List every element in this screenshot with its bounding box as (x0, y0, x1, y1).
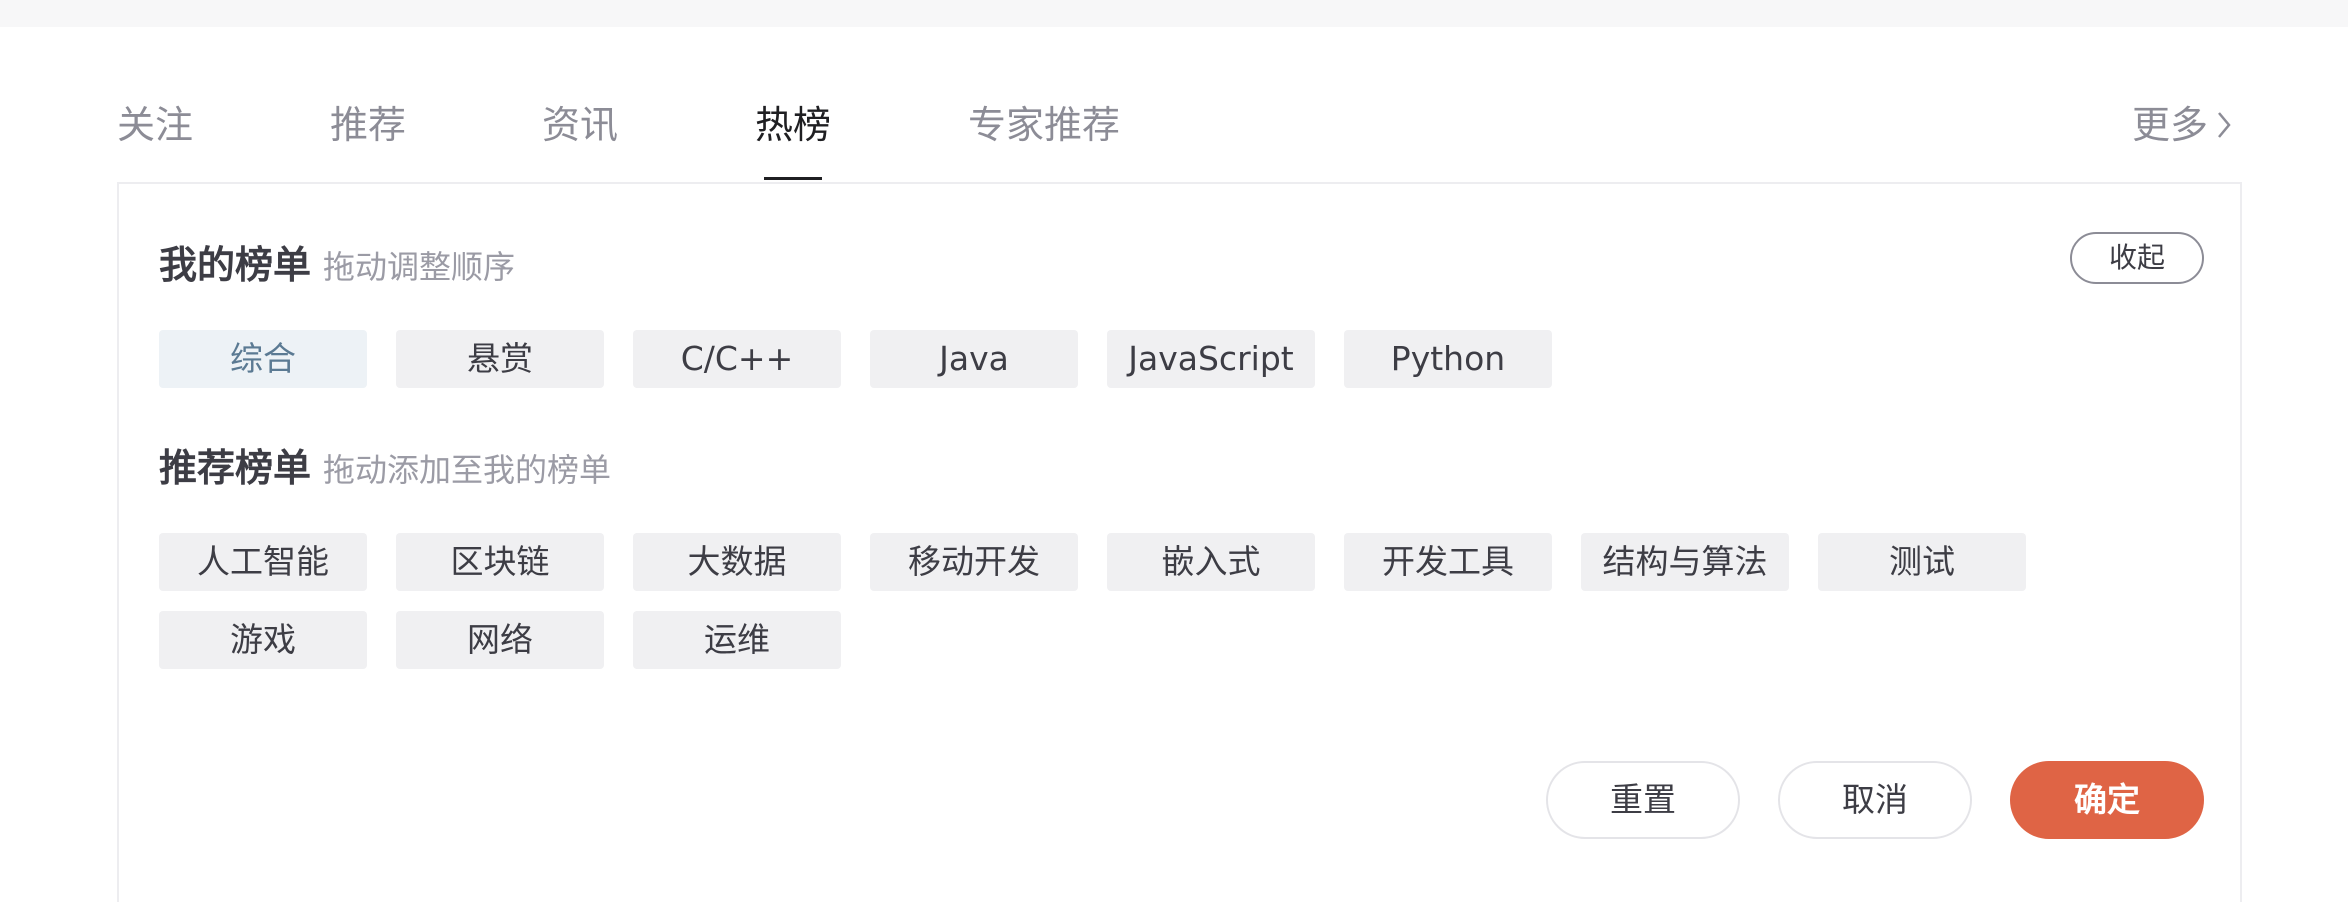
rec-tag-mobile-dev[interactable]: 移动开发 (870, 533, 1078, 591)
cancel-button[interactable]: 取消 (1778, 761, 1972, 839)
rec-tag-dev-tools[interactable]: 开发工具 (1344, 533, 1552, 591)
tab-hot-list[interactable]: 热榜 (755, 95, 831, 155)
tab-expert-recommend[interactable]: 专家推荐 (968, 95, 1120, 155)
rec-tag-games[interactable]: 游戏 (159, 611, 367, 669)
confirm-button[interactable]: 确定 (2010, 761, 2204, 839)
my-list-tags: 综合 悬赏 C/C++ Java JavaScript Python (159, 330, 2059, 388)
rec-tag-big-data[interactable]: 大数据 (633, 533, 841, 591)
active-tab-underline (764, 177, 822, 180)
rec-tag-embedded[interactable]: 嵌入式 (1107, 533, 1315, 591)
rec-tag-blockchain[interactable]: 区块链 (396, 533, 604, 591)
my-tag-java[interactable]: Java (870, 330, 1078, 388)
my-list-title: 我的榜单 (159, 243, 312, 287)
recommended-list-header: 推荐榜单 拖动添加至我的榜单 (159, 437, 611, 497)
more-label: 更多 (2131, 103, 2208, 147)
my-tag-comprehensive[interactable]: 综合 (159, 330, 367, 388)
chevron-right-icon (2218, 112, 2231, 138)
my-list-header: 我的榜单 拖动调整顺序 (159, 234, 515, 294)
my-tag-bounty[interactable]: 悬赏 (396, 330, 604, 388)
my-list-hint: 拖动调整顺序 (323, 248, 516, 286)
top-bar (0, 0, 2348, 27)
tab-follow[interactable]: 关注 (117, 95, 193, 155)
recommended-list-title: 推荐榜单 (159, 446, 312, 490)
tab-recommend[interactable]: 推荐 (330, 95, 406, 155)
rec-tag-ops[interactable]: 运维 (633, 611, 841, 669)
rec-tag-algorithms[interactable]: 结构与算法 (1581, 533, 1789, 591)
rec-tag-network[interactable]: 网络 (396, 611, 604, 669)
more-link[interactable]: 更多 (2132, 95, 2232, 155)
recommended-list-tags: 人工智能 区块链 大数据 移动开发 嵌入式 开发工具 结构与算法 测试 游戏 网… (159, 533, 2059, 669)
recommended-list-hint: 拖动添加至我的榜单 (323, 451, 612, 489)
tab-bar: 关注 推荐 资讯 热榜 专家推荐 更多 (117, 95, 2242, 180)
collapse-button[interactable]: 收起 (2070, 232, 2204, 284)
rec-tag-testing[interactable]: 测试 (1818, 533, 2026, 591)
my-tag-javascript[interactable]: JavaScript (1107, 330, 1315, 388)
tab-news[interactable]: 资讯 (542, 95, 618, 155)
reset-button[interactable]: 重置 (1546, 761, 1740, 839)
my-tag-python[interactable]: Python (1344, 330, 1552, 388)
my-tag-cpp[interactable]: C/C++ (633, 330, 841, 388)
rec-tag-ai[interactable]: 人工智能 (159, 533, 367, 591)
hot-list-settings-panel: 我的榜单 拖动调整顺序 收起 综合 悬赏 C/C++ Java JavaScri… (117, 182, 2242, 902)
